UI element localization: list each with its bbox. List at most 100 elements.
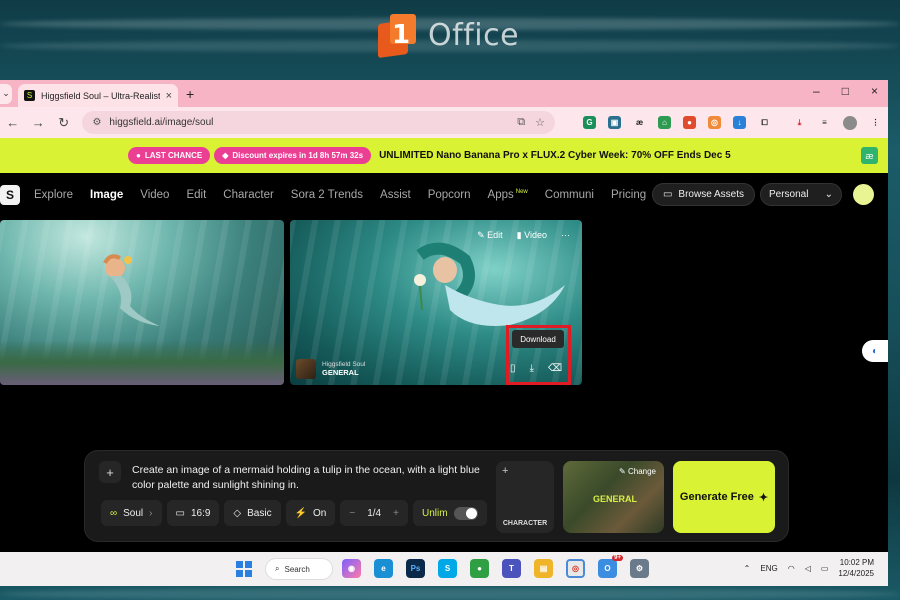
nav-assist[interactable]: Assist: [380, 189, 411, 201]
browse-assets-button[interactable]: ▭ Browse Assets: [651, 183, 755, 206]
nav-popcorn[interactable]: Popcorn: [428, 189, 471, 201]
reading-list-icon[interactable]: ≡: [818, 116, 831, 129]
reload-icon[interactable]: ↻: [57, 115, 70, 131]
minus-icon[interactable]: −: [349, 508, 355, 519]
tab-list-button[interactable]: ⌄: [0, 83, 12, 104]
nav-explore[interactable]: Explore: [34, 189, 73, 201]
generate-button[interactable]: Generate Free ✦: [673, 461, 775, 533]
quality-select[interactable]: ◇ Basic: [224, 500, 281, 526]
sparkle-icon: ✦: [758, 491, 769, 504]
browser-toolbar: ← → ↻ ⚙ higgsfield.ai/image/soul ⧉ ☆ G ▣…: [0, 107, 888, 138]
change-style-button[interactable]: ✎ Change: [619, 467, 656, 476]
extension-shop-icon[interactable]: ⌂: [658, 116, 672, 129]
photoshop-icon[interactable]: Ps: [406, 559, 425, 578]
extension-orange-icon[interactable]: ◎: [708, 116, 722, 129]
aspect-ratio-select[interactable]: ▭ 16:9: [166, 500, 220, 526]
outlook-icon[interactable]: O 9+: [598, 555, 623, 578]
new-badge: New: [515, 189, 528, 195]
clock[interactable]: 10:02 PM 12/4/2025: [838, 557, 874, 579]
browser-window: ⌄ S Higgsfield Soul – Ultra-Realisti × +…: [0, 80, 888, 554]
wifi-icon[interactable]: ◠: [788, 564, 795, 573]
plus-icon: +: [502, 465, 509, 477]
extension-box-icon[interactable]: ▣: [608, 116, 622, 129]
extension-red-icon[interactable]: ●: [683, 116, 697, 129]
nav-sora-trends[interactable]: Sora 2 Trends: [291, 189, 363, 201]
fire-icon: ●: [136, 151, 141, 160]
battery-icon[interactable]: ▭: [821, 564, 829, 573]
generated-image-1[interactable]: [0, 220, 284, 385]
nav-pricing[interactable]: Pricing: [611, 189, 646, 201]
nav-video[interactable]: Video: [140, 189, 169, 201]
nav-apps[interactable]: Apps New: [488, 189, 528, 201]
maximize-icon[interactable]: □: [842, 84, 849, 98]
more-options-icon[interactable]: ···: [561, 230, 570, 241]
batch-count-stepper[interactable]: −1/4 +: [340, 500, 408, 526]
prompt-controls: ∞ Soul › ▭ 16:9 ◇ Basic ⚡ On −1/4 + Unlim: [101, 500, 487, 526]
chevron-right-icon: ›: [149, 507, 153, 519]
model-thumbnail: [296, 359, 316, 379]
extension-download-icon[interactable]: ↓: [733, 116, 747, 129]
add-reference-button[interactable]: +: [99, 461, 121, 483]
teams-icon[interactable]: T: [502, 559, 521, 578]
file-explorer-icon[interactable]: ▤: [534, 559, 553, 578]
bookmark-star-icon[interactable]: ☆: [535, 116, 545, 129]
nav-image[interactable]: Image: [90, 189, 123, 201]
back-icon[interactable]: ←: [6, 115, 19, 130]
promo-banner: ● LAST CHANCE ◆ Discount expires in 1d 8h …: [0, 138, 888, 173]
address-url[interactable]: higgsfield.ai/image/soul: [109, 117, 509, 128]
nav-character[interactable]: Character: [223, 189, 274, 201]
nav-community[interactable]: Communi: [545, 189, 594, 201]
copilot-icon[interactable]: ◉: [342, 559, 361, 578]
model-name: Higgsfield Soul: [322, 361, 366, 368]
profile-avatar[interactable]: [843, 115, 858, 130]
forward-icon[interactable]: →: [31, 115, 45, 130]
character-button[interactable]: + CHARACTER: [496, 461, 554, 533]
extension-ae-icon[interactable]: æ: [633, 116, 646, 129]
prompt-input[interactable]: Create an image of a mermaid holding a t…: [132, 463, 487, 493]
chevron-down-icon: ⌄: [824, 189, 833, 200]
video-camera-icon: ▮: [516, 230, 522, 240]
new-tab-icon[interactable]: +: [186, 86, 194, 102]
close-window-icon[interactable]: ×: [871, 84, 878, 98]
minimize-icon[interactable]: –: [813, 84, 820, 98]
extension-grammar-icon[interactable]: G: [583, 116, 597, 129]
pencil-icon: ✎: [477, 230, 485, 240]
chrome-icon[interactable]: ◎: [566, 559, 585, 578]
aspect-ratio-icon: ▭: [175, 507, 185, 519]
edge-icon[interactable]: e: [374, 559, 393, 578]
cast-icon[interactable]: ⧉: [517, 116, 525, 129]
workspace-select[interactable]: Personal ⌄: [760, 183, 842, 206]
style-card[interactable]: ✎ Change GENERAL: [563, 461, 664, 533]
settings-icon[interactable]: ⚙: [630, 559, 649, 578]
taskbar-apps: ◉ e Ps S ● T ▤ ◎ O 9+ ⚙: [342, 555, 649, 578]
taskbar-search[interactable]: ⌕ Search: [265, 558, 333, 580]
extensions-puzzle-icon[interactable]: ⧠: [758, 116, 771, 129]
skype-icon[interactable]: S: [438, 559, 457, 578]
user-avatar[interactable]: [853, 184, 874, 205]
toggle-switch[interactable]: [453, 506, 478, 520]
address-bar[interactable]: ⚙ higgsfield.ai/image/soul ⧉ ☆: [82, 111, 556, 134]
downloads-icon[interactable]: ⤓: [793, 116, 806, 129]
close-tab-icon[interactable]: ×: [166, 90, 172, 102]
chevron-up-icon[interactable]: ⌃: [744, 564, 751, 573]
site-info-icon[interactable]: ⚙: [92, 117, 101, 128]
download-highlight-box: [506, 325, 571, 385]
side-helper-widget[interactable]: ◐: [862, 340, 888, 362]
image-meta: Higgsfield Soul GENERAL: [296, 359, 365, 379]
browser-menu-icon[interactable]: ⋮: [869, 116, 882, 129]
enhance-toggle[interactable]: ⚡ On: [285, 500, 336, 526]
magic-wand-icon: ⚡: [294, 507, 308, 519]
browser-tab-active[interactable]: S Higgsfield Soul – Ultra-Realisti ×: [18, 84, 178, 107]
volume-icon[interactable]: ◁: [805, 564, 811, 573]
plus-icon[interactable]: +: [393, 508, 399, 519]
video-image-button[interactable]: ▮ Video: [517, 230, 547, 241]
model-select[interactable]: ∞ Soul ›: [101, 500, 162, 526]
windows-start-icon[interactable]: [236, 561, 252, 577]
higgsfield-logo-icon[interactable]: S: [0, 185, 20, 205]
language-indicator[interactable]: ENG: [760, 564, 777, 573]
nav-edit[interactable]: Edit: [186, 189, 206, 201]
unlimited-toggle[interactable]: Unlim: [412, 500, 487, 526]
edit-image-button[interactable]: ✎ Edit: [477, 230, 503, 241]
chat-app-icon[interactable]: ●: [470, 559, 489, 578]
promo-extension-icon[interactable]: æ: [861, 147, 878, 164]
